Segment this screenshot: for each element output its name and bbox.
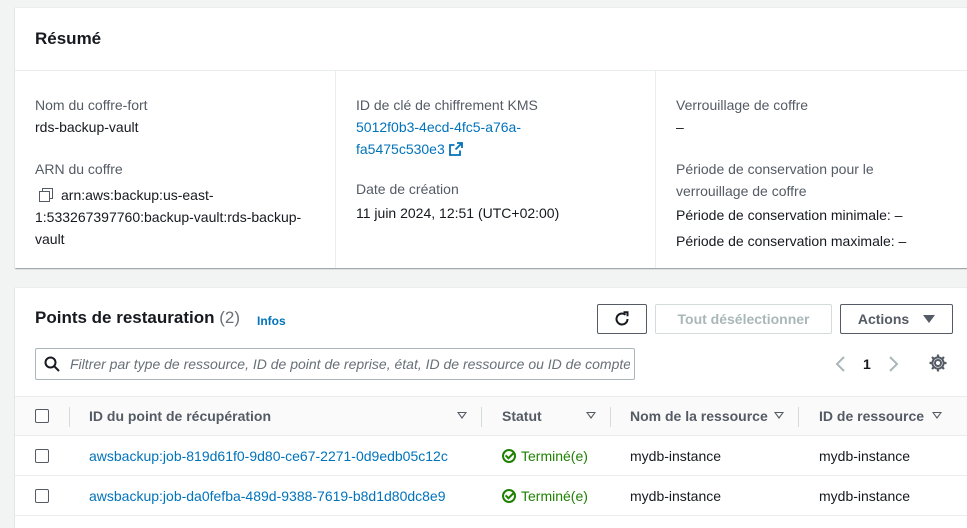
kms-link-line-2-wrap[interactable]: fa5475c530e3 bbox=[356, 138, 655, 160]
actions-label: Actions bbox=[857, 311, 910, 327]
retention-max: Période de conservation maximale: – bbox=[676, 233, 907, 249]
gear-icon[interactable] bbox=[928, 353, 948, 373]
column-divider bbox=[69, 407, 70, 427]
arn-line-2: 1:533267397760:backup-vault:rds-backup- bbox=[35, 209, 302, 225]
arn-value: arn:aws:backup:us-east- bbox=[35, 184, 335, 206]
table-row[interactable]: awsbackup:job-da0fefba-489d-9388-7619-b8… bbox=[15, 476, 967, 516]
summary-title: Résumé bbox=[15, 8, 967, 71]
column-header-status-label: Statut bbox=[502, 408, 542, 424]
column-divider bbox=[610, 407, 611, 427]
sort-icon[interactable] bbox=[457, 412, 467, 419]
column-header-id-label: ID du point de récupération bbox=[89, 408, 272, 424]
infos-link[interactable]: Infos bbox=[257, 314, 286, 328]
sort-icon[interactable] bbox=[932, 412, 942, 419]
recovery-point-link[interactable]: awsbackup:job-819d61f0-9d80-ce67-2271-0d… bbox=[89, 448, 448, 464]
vault-name-value: rds-backup-vault bbox=[35, 119, 139, 135]
check-circle-icon bbox=[502, 449, 516, 463]
column-header-status[interactable]: Statut bbox=[502, 397, 610, 435]
summary-column-2: ID de clé de chiffrement KMS 5012f0b3-4e… bbox=[335, 70, 655, 268]
recovery-points-title-text: Points de restauration bbox=[35, 308, 215, 327]
column-divider bbox=[481, 407, 482, 427]
lock-label: Verrouillage de coffre bbox=[676, 97, 809, 113]
recovery-points-title: Points de restauration (2) bbox=[35, 308, 240, 328]
resource-id-cell: mydb-instance bbox=[819, 448, 911, 464]
arn-line-1: arn:aws:backup:us-east- bbox=[61, 187, 214, 203]
status-text: Terminé(e) bbox=[521, 488, 588, 504]
resource-name-cell: mydb-instance bbox=[630, 448, 722, 464]
caret-down-icon bbox=[923, 315, 936, 323]
retention-label-2: verrouillage de coffre bbox=[676, 183, 807, 199]
kms-link[interactable]: 5012f0b3-4ecd-4fc5-a76a- bbox=[356, 116, 655, 138]
status-badge: Terminé(e) bbox=[502, 448, 588, 464]
actions-button[interactable]: Actions bbox=[840, 304, 953, 334]
column-header-resource-id-label: ID de ressource bbox=[819, 408, 925, 424]
sort-icon[interactable] bbox=[586, 412, 596, 419]
pagination: 1 bbox=[835, 352, 899, 376]
lock-value: – bbox=[676, 119, 684, 135]
retention-label-1: Période de conservation pour le bbox=[676, 161, 874, 177]
filter-input[interactable] bbox=[68, 355, 632, 373]
refresh-button[interactable] bbox=[597, 304, 647, 334]
sort-icon[interactable] bbox=[774, 412, 784, 419]
column-header-id[interactable]: ID du point de récupération bbox=[89, 397, 481, 435]
status-text: Terminé(e) bbox=[521, 448, 588, 464]
current-page[interactable]: 1 bbox=[863, 356, 871, 372]
summary-column-1: Nom du coffre-fort rds-backup-vault ARN … bbox=[35, 70, 335, 268]
arn-label: ARN du coffre bbox=[35, 161, 123, 177]
filter-search[interactable] bbox=[35, 348, 635, 380]
external-link-icon[interactable] bbox=[448, 142, 463, 156]
check-circle-icon bbox=[502, 489, 516, 503]
search-icon bbox=[44, 356, 60, 372]
created-value: 11 juin 2024, 12:51 (UTC+02:00) bbox=[356, 205, 560, 221]
chevron-left-icon[interactable] bbox=[835, 356, 847, 372]
chevron-right-icon[interactable] bbox=[887, 356, 899, 372]
column-header-resource-id[interactable]: ID de ressource bbox=[819, 397, 956, 435]
column-header-resource-name-label: Nom de la ressource bbox=[630, 408, 768, 424]
created-label: Date de création bbox=[356, 181, 459, 197]
row-checkbox[interactable] bbox=[35, 449, 49, 463]
refresh-icon bbox=[615, 311, 629, 326]
copy-icon[interactable] bbox=[39, 188, 53, 202]
kms-label: ID de clé de chiffrement KMS bbox=[356, 97, 538, 113]
recovery-points-panel: Points de restauration (2) Infos Tout dé… bbox=[15, 287, 967, 528]
vault-name-label: Nom du coffre-fort bbox=[35, 97, 148, 113]
column-header-resource-name[interactable]: Nom de la ressource bbox=[630, 397, 798, 435]
retention-min: Période de conservation minimale: – bbox=[676, 207, 903, 223]
column-divider bbox=[798, 407, 799, 427]
resource-name-cell: mydb-instance bbox=[630, 488, 722, 504]
summary-panel: Résumé Nom du coffre-fort rds-backup-vau… bbox=[15, 7, 967, 268]
table-row[interactable]: awsbackup:job-819d61f0-9d80-ce67-2271-0d… bbox=[15, 436, 967, 476]
table-header: ID du point de récupération Statut Nom d… bbox=[15, 396, 967, 436]
resource-id-cell: mydb-instance bbox=[819, 488, 911, 504]
recovery-points-count: (2) bbox=[219, 308, 240, 327]
kms-link-line-1[interactable]: 5012f0b3-4ecd-4fc5-a76a- bbox=[356, 119, 521, 135]
status-badge: Terminé(e) bbox=[502, 488, 588, 504]
deselect-all-button[interactable]: Tout désélectionner bbox=[655, 304, 832, 334]
kms-link-line-2[interactable]: fa5475c530e3 bbox=[356, 141, 445, 157]
recovery-point-link[interactable]: awsbackup:job-da0fefba-489d-9388-7619-b8… bbox=[89, 488, 446, 504]
row-checkbox[interactable] bbox=[35, 489, 49, 503]
summary-column-3: Verrouillage de coffre – Période de cons… bbox=[655, 70, 965, 268]
arn-line-3: vault bbox=[35, 231, 65, 247]
select-all-checkbox[interactable] bbox=[35, 409, 49, 423]
